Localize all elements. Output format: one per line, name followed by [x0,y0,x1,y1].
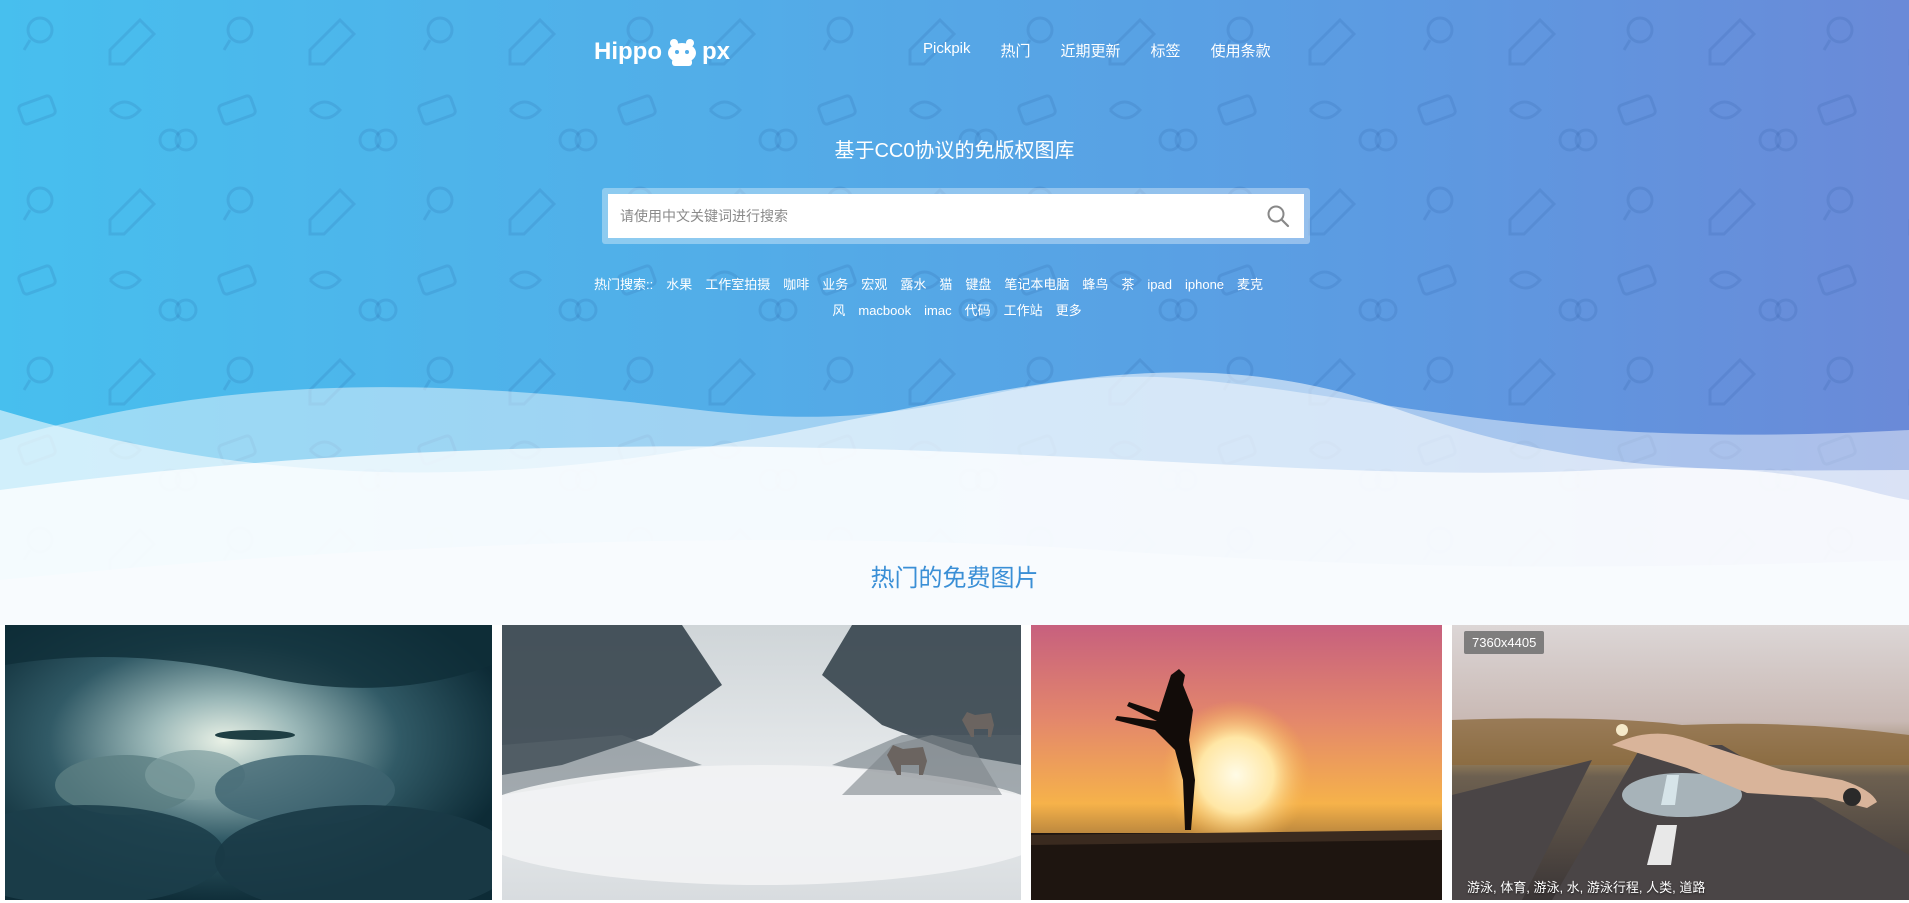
hot-tag[interactable]: 水果 [666,277,692,292]
hot-tag[interactable]: 工作站 [1004,303,1043,318]
nav-recent[interactable]: 近期更新 [1061,40,1121,61]
image-dimensions-badge: 7360x4405 [1464,631,1545,654]
hot-tag[interactable]: 业务 [822,277,848,292]
photo-image-wolves [502,625,1021,900]
hot-tag[interactable]: 猫 [939,277,952,292]
hot-tag[interactable]: 笔记本电脑 [1004,277,1069,292]
hot-tag[interactable]: 代码 [965,303,991,318]
hot-more-link[interactable]: 更多 [1056,303,1082,318]
hot-tag[interactable]: 工作室拍摄 [705,277,770,292]
photo-card[interactable] [1031,625,1442,900]
hot-tag[interactable]: 键盘 [965,277,991,292]
photo-image-sunset [1031,625,1442,900]
hot-tag[interactable]: 茶 [1121,277,1134,292]
hot-searches: 热门搜索:: 水果 工作室拍摄 咖啡 业务 宏观 露水猫键盘 笔记本电脑 蜂鸟茶 ipad ipho… [594,272,1320,324]
hero-banner: Hippo px Pickpik 热门 近期更新 标签 使用条款 基于CC0协议… [0,0,1909,625]
hero-tagline: 基于CC0协议的免版权图库 [834,140,1075,162]
hot-tag[interactable]: 露水 [900,277,926,292]
nav-pickpik[interactable]: Pickpik [923,40,971,61]
logo-text-right: px [701,38,730,65]
hot-tag[interactable]: 宏观 [861,277,887,292]
hot-searches-line2: 风 macbook imac 代码 工作站 更多 [594,298,1320,324]
section-title: 热门的免费图片 [870,565,1039,592]
nav-tags[interactable]: 标签 [1151,40,1181,61]
search-bar [602,188,1310,244]
hippo-mascot-icon [666,37,698,67]
search-box [608,194,1304,238]
hot-tag[interactable]: macbook [858,303,911,318]
search-input[interactable] [608,196,1266,236]
main-nav: Pickpik 热门 近期更新 标签 使用条款 [923,40,1271,61]
hot-tag[interactable]: 咖啡 [783,277,809,292]
hot-tag[interactable]: iphone [1185,277,1224,292]
hot-tag[interactable]: ipad [1147,277,1172,292]
photo-card[interactable] [5,625,492,900]
photo-card[interactable] [502,625,1021,900]
image-tags: 游泳, 体育, 游泳, 水, 游泳行程, 人类, 道路 [1467,880,1706,895]
photo-card[interactable]: 7360x4405 游泳, 体育, 游泳, 水, 游泳行程, 人类, 道路 [1452,625,1909,900]
photo-image-swimmer [1452,625,1909,900]
nav-popular[interactable]: 热门 [1001,40,1031,61]
logo-text-left: Hippo [594,38,662,65]
hot-searches-label: 热门搜索:: [594,277,654,292]
nav-terms[interactable]: 使用条款 [1211,40,1271,61]
search-icon[interactable] [1266,204,1290,228]
hot-tag[interactable]: 蜂鸟 [1082,277,1108,292]
hot-tag[interactable]: 麦克 [1237,277,1263,292]
logo[interactable]: Hippo px [594,36,730,68]
photo-image-clouds [5,625,492,900]
hot-tag[interactable]: 风 [832,303,845,318]
hot-tag[interactable]: imac [924,303,951,318]
